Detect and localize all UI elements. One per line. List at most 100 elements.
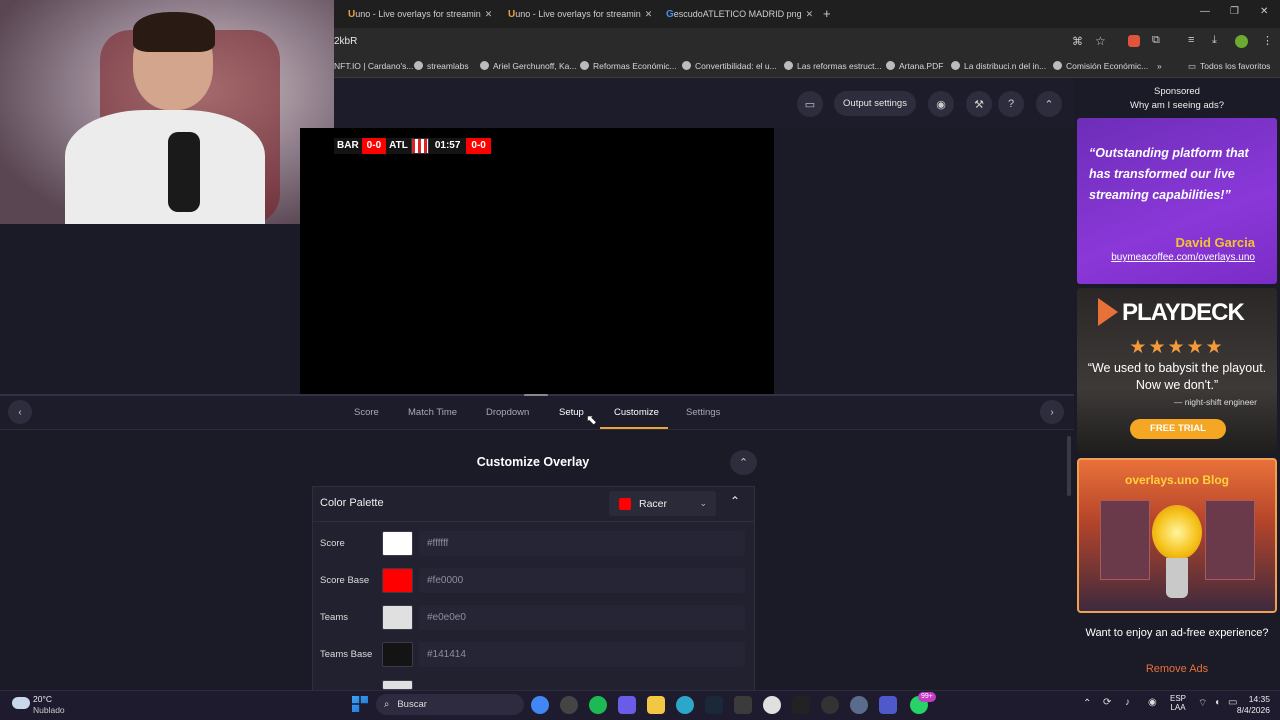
bookmark-item[interactable]: Comisión Económic... [1053,61,1148,71]
bookmark-item[interactable]: Ariel Gerchunoff, Ka... [480,61,576,71]
home-score: 0-0 [361,138,387,154]
window-close-icon[interactable]: ✕ [1260,6,1268,17]
edge-icon[interactable] [676,696,694,714]
bookmark-label: NFT.IO | Cardano's... [334,61,414,71]
tab-title: uno - Live overlays for streamin [515,9,641,19]
mic-icon[interactable]: ♪ [1125,697,1130,708]
chrome-icon[interactable] [531,696,549,714]
location-icon[interactable]: ◉ [1148,697,1157,708]
close-icon[interactable]: ✕ [802,9,814,20]
tab-score[interactable]: Score [354,407,379,418]
output-settings-button[interactable]: Output settings [834,91,916,116]
media-icon[interactable]: ≡ [1188,34,1194,46]
extension-icon[interactable] [1128,35,1140,47]
hex-input-teams-base[interactable]: #141414 [419,642,745,667]
star-icon[interactable]: ☆ [1095,34,1106,48]
download-icon[interactable]: ⤓ [1212,34,1217,47]
browser-tab-3[interactable]: G escudoATLETICO MADRID png ✕ [666,4,814,24]
help-icon[interactable]: ? [998,91,1024,117]
app-icon[interactable] [734,696,752,714]
bookmark-item[interactable]: Convertibilidad: el u... [682,61,777,71]
weather-temp[interactable]: 20°C [33,694,52,704]
wifi-icon[interactable]: ⌔ [1198,697,1207,710]
tab-match-time[interactable]: Match Time [408,407,457,418]
chevron-up-icon[interactable]: ⌃ [1083,698,1091,709]
free-trial-button[interactable]: FREE TRIAL [1130,419,1226,439]
bookmark-label: Comisión Económic... [1066,61,1149,71]
ad1-link[interactable]: buymeacoffee.com/overlays.uno [1077,252,1255,263]
puzzle-icon[interactable]: ⧉ [1152,34,1160,47]
clock-date[interactable]: 8/4/2026 [1226,705,1270,715]
menu-icon[interactable]: ⋮ [1262,34,1273,47]
volume-icon[interactable]: ◖ [1214,697,1220,708]
uno-favicon-icon: U [508,8,516,20]
restore-icon[interactable]: ❐ [1230,6,1239,17]
tab-settings[interactable]: Settings [686,407,720,418]
new-tab-icon[interactable]: + [823,6,831,21]
gamepad-icon[interactable]: ◉ [928,91,954,117]
grid-app-icon[interactable] [618,696,636,714]
url-text[interactable]: 2kbR [334,36,357,47]
language-indicator[interactable]: ESP LAA [1170,694,1186,712]
lightbulb-icon [1152,505,1202,560]
scrollbar-thumb[interactable] [1067,436,1071,496]
uno-favicon-icon: U [348,8,356,20]
tab-dropdown[interactable]: Dropdown [486,407,529,418]
collapse-section-icon[interactable]: ⌃ [730,450,757,475]
chevron-right-icon[interactable]: » [1157,61,1162,71]
google-favicon-icon: G [666,8,674,20]
ad2-stars: ★★★★★ [1129,337,1225,358]
all-bookmarks[interactable]: ▭ Todos los favoritos [1188,61,1270,72]
folder-icon[interactable] [647,696,665,714]
mouse-cursor-icon: ⬉ [586,412,597,427]
hex-input-score[interactable]: #ffffff [419,531,745,556]
wrench-icon[interactable]: ⚒ [966,91,992,117]
color-picker-score-base[interactable] [382,568,413,593]
bookmark-item[interactable]: Las reformas estruct... [784,61,882,71]
meta-icon[interactable] [792,696,810,714]
chevron-up-icon[interactable]: ⌃ [730,494,740,508]
favicon-icon [951,61,960,70]
monitor-icon[interactable]: ▭ [797,91,823,117]
bookmark-item[interactable]: NFT.IO | Cardano's... [334,61,413,71]
hex-input-teams[interactable]: #e0e0e0 [419,605,745,630]
tab-setup[interactable]: Setup [559,407,584,418]
minimize-icon[interactable]: — [1200,6,1210,17]
sync-icon[interactable]: ⟳ [1103,697,1111,708]
teams-icon[interactable] [879,696,897,714]
color-picker-score[interactable] [382,531,413,556]
close-icon[interactable]: ✕ [481,9,496,20]
clock-time[interactable]: 14:35 [1232,694,1270,704]
openai-icon[interactable] [821,696,839,714]
color-picker-next[interactable] [382,680,413,690]
steam-icon[interactable] [705,696,723,714]
taskbar-search[interactable]: ⌕ Buscar [376,694,524,715]
palette-select[interactable]: Racer ⌄ [609,491,716,516]
weather-desc[interactable]: Nublado [33,705,65,715]
close-icon[interactable]: ✕ [641,9,656,20]
chevron-left-icon[interactable]: ‹ [8,400,32,424]
chevron-up-icon[interactable]: ⌃ [1036,91,1062,117]
bookmark-item[interactable]: streamlabs [414,61,469,71]
bookmark-label: Convertibilidad: el u... [695,61,777,71]
browser-tab-1[interactable]: U uno - Live overlays for streamin ✕ [348,4,496,24]
tab-customize[interactable]: Customize [614,407,659,418]
paint-icon[interactable] [763,696,781,714]
profile-avatar[interactable] [1235,35,1248,48]
chevron-right-icon[interactable]: › [1040,400,1064,424]
bookmark-item[interactable]: La distribuci.n del in... [951,61,1046,71]
color-picker-teams[interactable] [382,605,413,630]
bookmark-item[interactable]: Reformas Económic... [580,61,677,71]
color-picker-teams-base[interactable] [382,642,413,667]
notification-badge: 99+ [918,692,936,702]
browser-tab-2[interactable]: U uno - Live overlays for streamin ✕ [508,4,656,24]
spotify-icon[interactable] [589,696,607,714]
translate-icon[interactable]: ⌘ [1072,35,1083,48]
record-icon[interactable] [850,696,868,714]
bookmark-item[interactable]: Artana.PDF [886,61,943,71]
why-ads-link[interactable]: Why am I seeing ads? [1074,100,1280,111]
remove-ads-link[interactable]: Remove Ads [1077,663,1277,675]
ad2-brand: PLAYDECK [1122,299,1245,326]
obs-icon[interactable] [560,696,578,714]
hex-input-score-base[interactable]: #fe0000 [419,568,745,593]
